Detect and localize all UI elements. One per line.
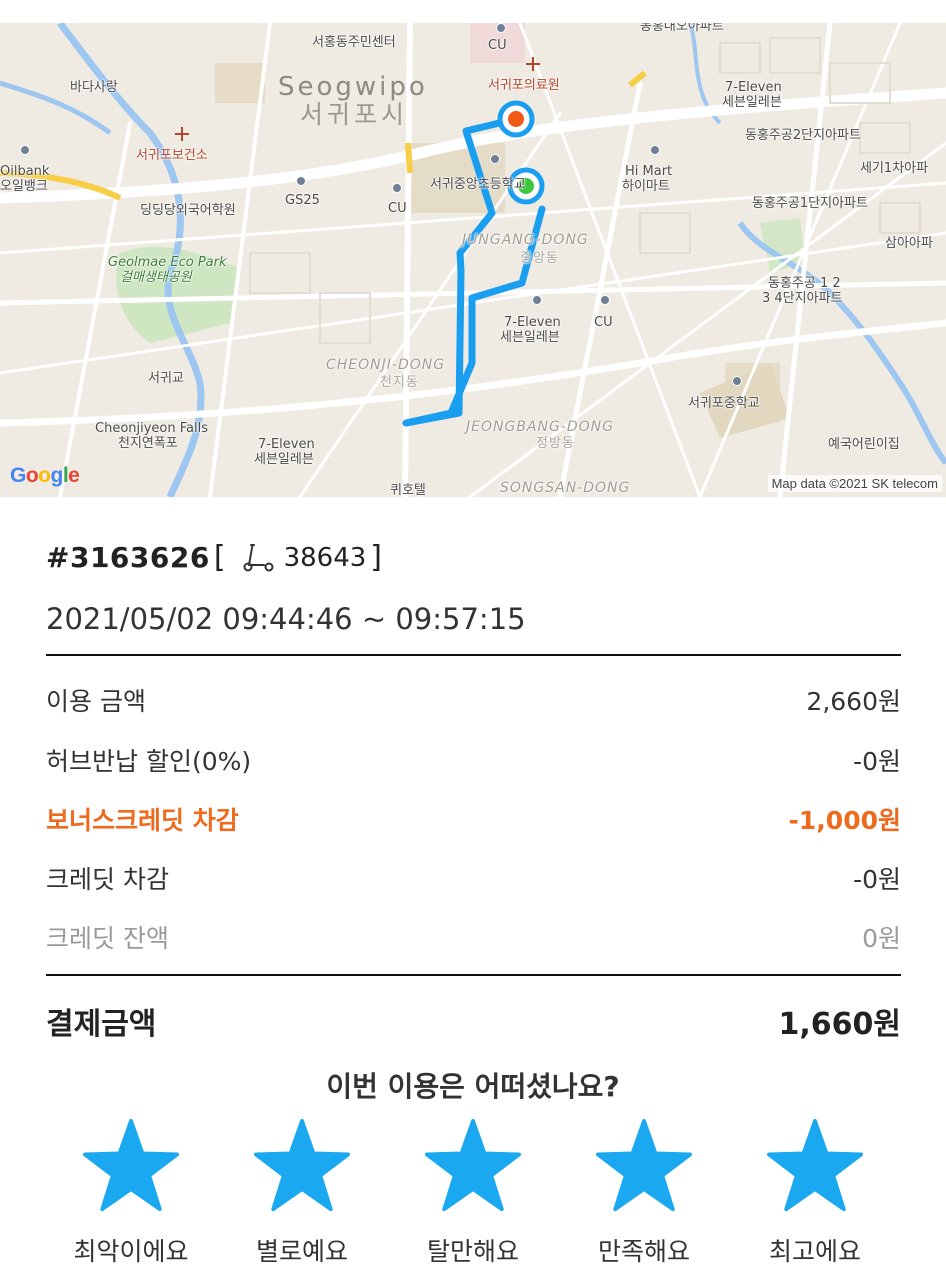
fee-row-bonus-credit: 보너스크레딧 차감 -1,000원 (46, 799, 901, 839)
rating-option-1[interactable]: 최악이에요 (56, 1118, 206, 1268)
star-icon[interactable] (596, 1118, 692, 1212)
map-label: CU (388, 201, 407, 216)
map-label: 동홍대오아파트 (640, 23, 724, 34)
map-label: 7-Eleven (258, 437, 315, 452)
total-value: 1,660원 (778, 1007, 902, 1042)
fee-label: 허브반납 할인(0%) (46, 747, 252, 776)
bracket-close: ] (370, 540, 382, 575)
total-payment-row: 결제금액 1,660원 (46, 998, 901, 1044)
divider (46, 654, 901, 656)
fee-value: -1,000원 (788, 806, 901, 835)
map-label: 동홍주공 1 2 (768, 276, 841, 291)
map-district-label: CHEONJI-DONG (326, 357, 446, 373)
map-label: 예국어린이집 (828, 437, 900, 452)
fee-row-hub-discount: 허브반납 할인(0%) -0원 (46, 740, 901, 780)
map-district-label: 천지동 (380, 375, 419, 390)
rating-label[interactable]: 만족해요 (569, 1232, 719, 1268)
store-pin-icon (296, 176, 306, 186)
map-label: 서귀포중학교 (688, 396, 760, 411)
fee-value: -0원 (853, 865, 901, 894)
map-label: 오일뱅크 (0, 179, 48, 194)
map-label: CU (488, 38, 507, 53)
map-label: 서귀중앙초등학교 (430, 177, 526, 192)
map-label: 서귀포보건소 (136, 148, 208, 163)
divider (46, 974, 901, 976)
map-label: Hi Mart (625, 164, 673, 179)
fee-value: -0원 (853, 747, 901, 776)
kickscooter-icon (243, 543, 274, 571)
fee-value: 2,660원 (806, 687, 901, 716)
fee-label: 크레딧 잔액 (46, 924, 169, 953)
map-label: 걸매생태공원 (120, 270, 192, 285)
school-pin-icon (490, 154, 500, 164)
rating-option-2[interactable]: 별로예요 (227, 1118, 377, 1268)
map-label: 천지연폭포 (118, 436, 178, 451)
star-icon[interactable] (254, 1118, 350, 1212)
rating-label[interactable]: 최악이에요 (56, 1232, 206, 1268)
rating-label[interactable]: 별로예요 (227, 1232, 377, 1268)
map-label: 동홍주공2단지아파트 (745, 128, 861, 143)
map-label: 세기1차아파 (860, 161, 929, 176)
map-label: 서홍동주민센터 (312, 35, 396, 50)
school-pin-icon (732, 376, 742, 386)
map-label: 퀴호텔 (390, 483, 426, 497)
map-label: 서귀교 (148, 371, 184, 386)
map-label: 서귀포의료원 (488, 78, 560, 93)
map-label: 세븐일레븐 (722, 95, 782, 110)
map-label: GS25 (285, 193, 320, 208)
fee-label: 크레딧 차감 (46, 865, 169, 894)
trip-header: #3163626 [ 38643 ] (46, 540, 386, 575)
total-label: 결제금액 (46, 1007, 157, 1042)
map-district-label: JEONGBANG-DONG (466, 419, 614, 435)
map-district-label: JUNGANG-DONG (462, 232, 589, 248)
store-pin-icon (392, 183, 402, 193)
store-pin-icon (532, 295, 542, 305)
map-label: Oilbank (0, 164, 50, 179)
map-label: 딩딩당외국어학원 (140, 203, 236, 218)
map-city-label: Seogwipo (278, 72, 428, 102)
fee-value: 0원 (862, 924, 901, 953)
fee-label: 이용 금액 (46, 687, 146, 716)
map-label: 세븐일레븐 (500, 330, 560, 345)
rating-option-3[interactable]: 탈만해요 (398, 1118, 548, 1268)
scooter-number: 38643 (283, 542, 367, 573)
rating-option-5[interactable]: 최고에요 (740, 1118, 890, 1268)
fee-label: 보너스크레딧 차감 (46, 806, 239, 835)
shop-pin-icon (650, 145, 660, 155)
fee-row-credit: 크레딧 차감 -0원 (46, 858, 901, 898)
map-label: Geolmae Eco Park (108, 255, 227, 270)
map-attribution[interactable]: Map data ©2021 SK telecom (767, 475, 942, 492)
map-label: 삼아아파 (885, 236, 933, 251)
trip-id: #3163626 (46, 541, 210, 574)
map-label: 7-Eleven (504, 315, 561, 330)
map-district-label: SONGSAN-DONG (500, 480, 631, 496)
map-label: Cheonjiyeon Falls (95, 421, 208, 436)
bracket-open: [ (213, 540, 226, 575)
map-label: 3 4단지아파트 (762, 291, 843, 306)
rating-option-4[interactable]: 만족해요 (569, 1118, 719, 1268)
map-label: 하이마트 (622, 179, 670, 194)
map-label: 7-Eleven (725, 80, 782, 95)
google-logo: Google (10, 464, 80, 487)
star-icon[interactable] (83, 1118, 179, 1212)
rating-question: 이번 이용은 어떠셨나요? (326, 1070, 620, 1103)
map-label: 바다사랑 (70, 80, 118, 95)
store-pin-icon (496, 23, 506, 33)
map-district-label: 정방동 (536, 436, 575, 451)
gas-station-pin-icon (20, 145, 30, 155)
trip-route-map[interactable]: 서홍동주민센터 CU 동홍대오아파트 바다사랑 Seogwipo 서귀포시 서귀… (0, 23, 946, 497)
map-label: 동홍주공1단지아파트 (752, 196, 868, 211)
rating-label[interactable]: 탈만해요 (398, 1232, 548, 1268)
map-label: 세븐일레븐 (254, 452, 314, 467)
star-icon[interactable] (767, 1118, 863, 1212)
map-district-label: 중앙동 (520, 251, 559, 266)
trip-time-range: 2021/05/02 09:44:46 ~ 09:57:15 (46, 602, 526, 636)
fee-row-usage: 이용 금액 2,660원 (46, 680, 901, 720)
fee-row-credit-balance: 크레딧 잔액 0원 (46, 917, 901, 957)
map-city-label: 서귀포시 (300, 100, 409, 129)
rating-label[interactable]: 최고에요 (740, 1232, 890, 1268)
map-label: CU (594, 315, 613, 330)
store-pin-icon (600, 295, 610, 305)
star-icon[interactable] (425, 1118, 521, 1212)
